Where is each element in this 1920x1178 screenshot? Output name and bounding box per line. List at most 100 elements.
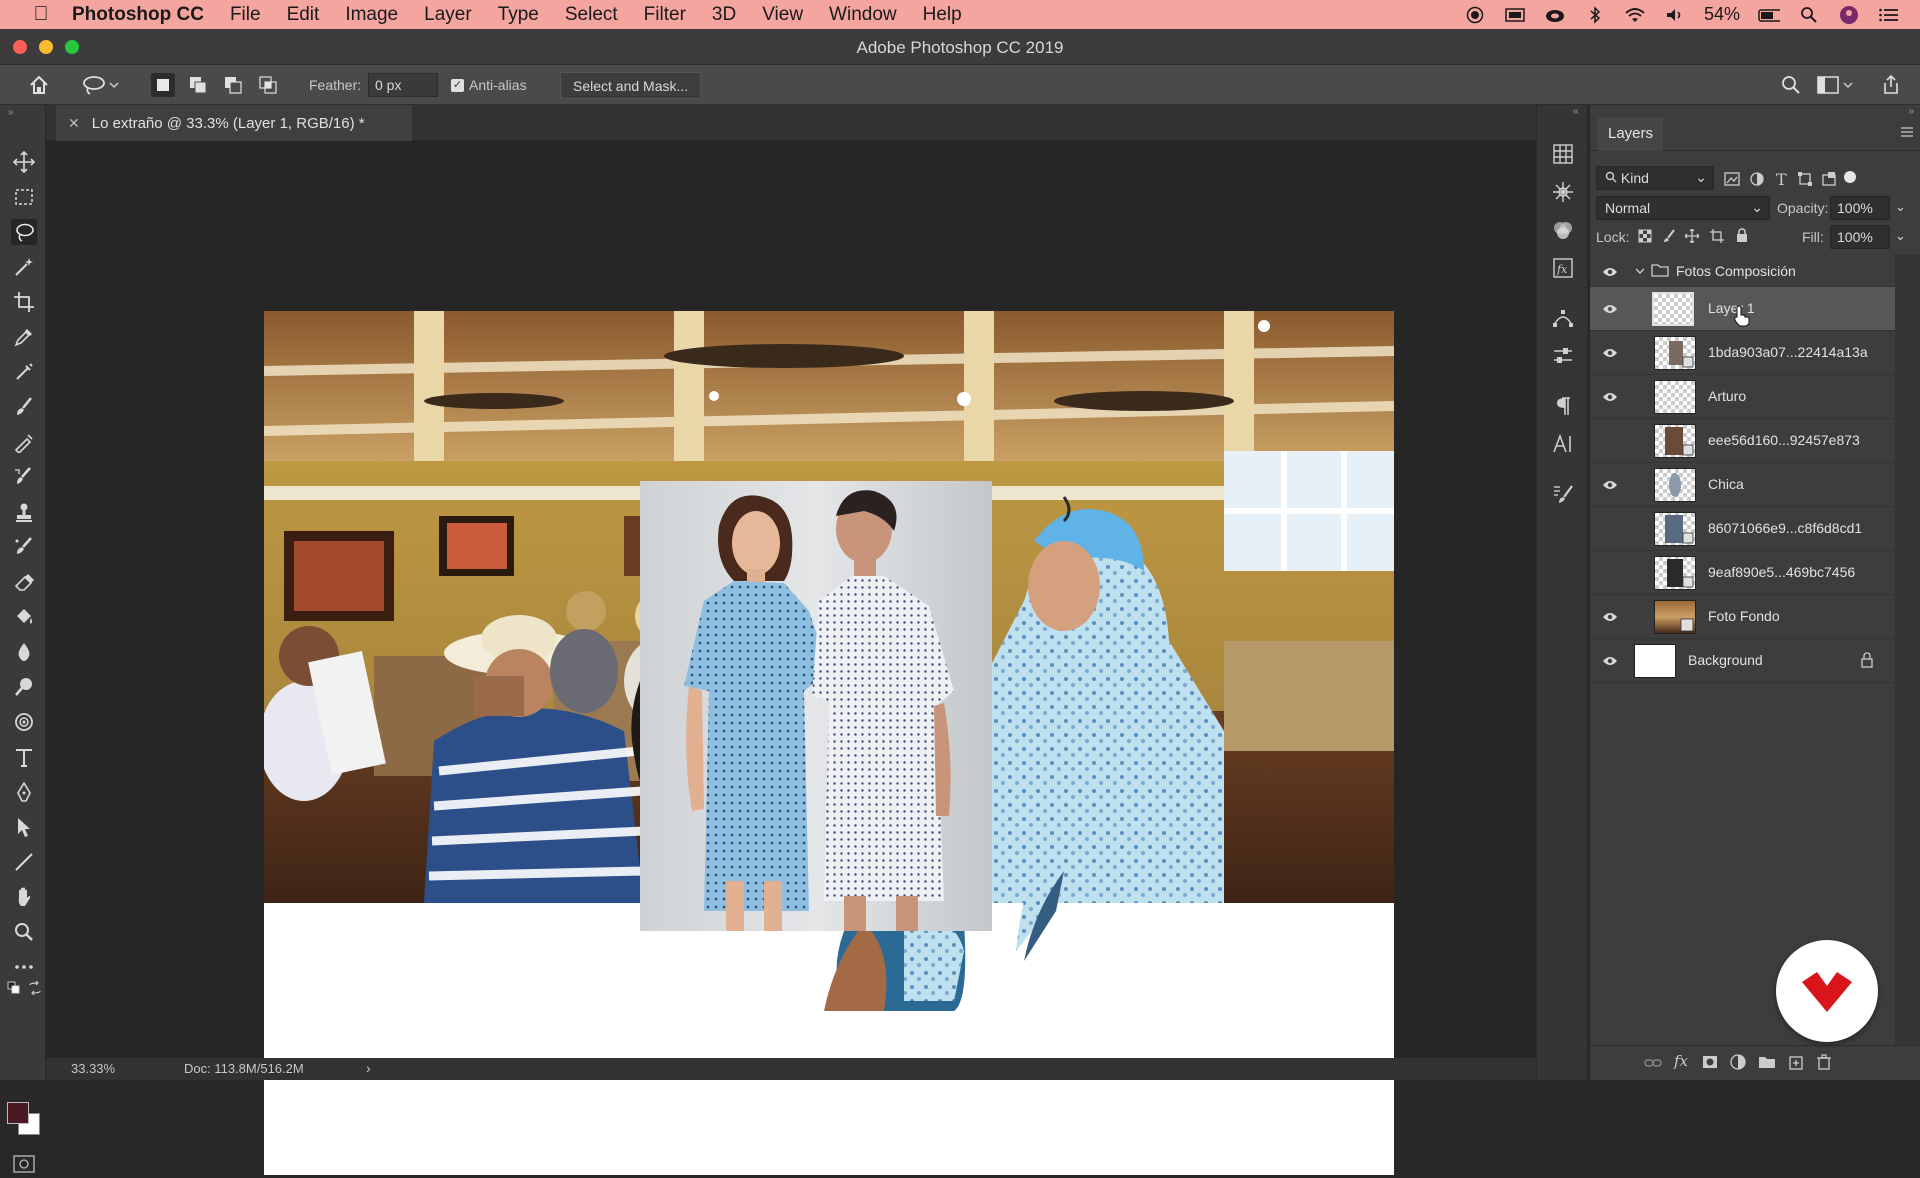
adjustments-panel-icon[interactable] xyxy=(1550,343,1576,369)
path-selection-tool-icon[interactable] xyxy=(11,814,37,840)
lock-position-icon[interactable] xyxy=(1684,228,1700,248)
paint-bucket-tool-icon[interactable] xyxy=(11,604,37,630)
filter-smart-object-icon[interactable] xyxy=(1822,172,1836,191)
foreground-color-swatch[interactable] xyxy=(7,1102,29,1124)
document-tab[interactable]: ✕ Lo extraño @ 33.3% (Layer 1, RGB/16) * xyxy=(56,105,412,141)
layer-row-86071066e9[interactable]: 86071066e9...c8f6d8cd1 xyxy=(1590,507,1895,551)
crop-tool-icon[interactable] xyxy=(11,289,37,315)
stamp-tool-icon[interactable] xyxy=(11,499,37,525)
workspace-switcher-icon[interactable] xyxy=(1816,73,1856,97)
paths-panel-icon[interactable] xyxy=(1550,305,1576,331)
collapse-panels-icon[interactable]: » xyxy=(1908,106,1914,117)
healing-brush-tool-icon[interactable] xyxy=(11,359,37,385)
menu-3d[interactable]: 3D xyxy=(712,4,736,26)
add-to-selection-button[interactable] xyxy=(186,73,210,97)
menu-view[interactable]: View xyxy=(762,4,803,26)
filter-adjustment-icon[interactable] xyxy=(1750,172,1764,191)
collapse-strip-icon[interactable]: « xyxy=(1573,106,1579,117)
select-and-mask-button[interactable]: Select and Mask... xyxy=(560,72,702,99)
visibility-eye-icon[interactable] xyxy=(1602,265,1618,277)
blur-tool-icon[interactable] xyxy=(11,639,37,665)
menu-type[interactable]: Type xyxy=(498,4,539,26)
pen-tool-icon[interactable] xyxy=(11,779,37,805)
color-panel-icon[interactable] xyxy=(1550,217,1576,243)
layer-filter-dropdown[interactable]: Kind ⌄ xyxy=(1596,166,1714,190)
volume-icon[interactable] xyxy=(1664,6,1686,24)
zoom-level[interactable]: 33.33% xyxy=(71,1061,115,1076)
menu-help[interactable]: Help xyxy=(923,4,962,26)
sponge-tool-icon[interactable] xyxy=(11,709,37,735)
marquee-tool-icon[interactable] xyxy=(11,184,37,210)
layer-row-1bda903a07[interactable]: 1bda903a07...22414a13a xyxy=(1590,331,1895,375)
layer-row-layer-1[interactable]: Layer 1 xyxy=(1590,287,1895,331)
apple-icon[interactable]:  xyxy=(26,3,56,26)
filter-toggle-icon[interactable] xyxy=(1844,171,1856,183)
magic-wand-tool-icon[interactable] xyxy=(11,254,37,280)
zoom-tool-icon[interactable] xyxy=(11,919,37,945)
visibility-toggle-empty[interactable] xyxy=(1602,434,1618,446)
display-icon[interactable] xyxy=(1504,6,1526,24)
line-tool-icon[interactable] xyxy=(11,849,37,875)
document-canvas[interactable] xyxy=(264,311,1394,1175)
layer-row-arturo[interactable]: Arturo xyxy=(1590,375,1895,419)
styles-panel-icon[interactable]: fx xyxy=(1550,255,1576,281)
fill-chevron-down-icon[interactable]: ⌄ xyxy=(1895,228,1906,244)
eyedropper-tool-icon[interactable] xyxy=(11,324,37,350)
battery-icon[interactable] xyxy=(1758,6,1780,24)
clone-stamp-tool-icon[interactable] xyxy=(11,429,37,455)
filter-type-icon[interactable]: T xyxy=(1776,170,1787,189)
quick-mask-icon[interactable] xyxy=(13,1155,35,1173)
character-panel-icon[interactable] xyxy=(1550,431,1576,457)
brush-settings-panel-icon[interactable] xyxy=(1550,481,1576,507)
lock-all-icon[interactable] xyxy=(1735,228,1749,248)
lasso-preset-picker[interactable] xyxy=(78,73,122,97)
link-layers-icon[interactable] xyxy=(1644,1056,1662,1075)
opacity-chevron-down-icon[interactable]: ⌄ xyxy=(1895,199,1906,215)
lock-pixels-icon[interactable] xyxy=(1662,229,1676,248)
type-tool-icon[interactable] xyxy=(11,744,37,770)
layer-row-background[interactable]: Background xyxy=(1590,639,1895,683)
wifi-icon[interactable] xyxy=(1624,6,1646,24)
layer-row-eee56d160[interactable]: eee56d160...92457e873 xyxy=(1590,419,1895,463)
status-menu-chevron-icon[interactable]: › xyxy=(366,1060,371,1076)
navigator-panel-icon[interactable] xyxy=(1550,179,1576,205)
home-icon[interactable] xyxy=(26,73,52,97)
menu-layer[interactable]: Layer xyxy=(424,4,472,26)
eraser-tool-icon[interactable] xyxy=(11,569,37,595)
art-history-brush-icon[interactable] xyxy=(11,534,37,560)
subtract-from-selection-button[interactable] xyxy=(221,73,245,97)
menu-filter[interactable]: Filter xyxy=(644,4,686,26)
lock-artboard-icon[interactable] xyxy=(1710,229,1724,248)
close-document-icon[interactable]: ✕ xyxy=(68,115,80,132)
layer-row-9eaf890e5[interactable]: 9eaf890e5...469bc7456 xyxy=(1590,551,1895,595)
layer-group-row[interactable]: Fotos Composición xyxy=(1590,255,1895,287)
visibility-eye-icon[interactable] xyxy=(1602,610,1618,622)
visibility-eye-icon[interactable] xyxy=(1602,478,1618,490)
paragraph-panel-icon[interactable] xyxy=(1550,393,1576,419)
new-group-icon[interactable] xyxy=(1758,1055,1776,1074)
canvas-area[interactable] xyxy=(46,141,1536,1175)
lasso-tool-icon[interactable] xyxy=(11,219,37,245)
default-colors-icon[interactable] xyxy=(7,981,21,995)
lock-transparent-icon[interactable] xyxy=(1638,229,1652,248)
new-layer-icon[interactable] xyxy=(1788,1054,1804,1075)
menu-select[interactable]: Select xyxy=(565,4,618,26)
panel-menu-icon[interactable] xyxy=(1900,125,1914,144)
swatches-panel-icon[interactable] xyxy=(1550,141,1576,167)
doc-size-info[interactable]: Doc: 113.8M/516.2M xyxy=(184,1061,304,1076)
layers-tab[interactable]: Layers xyxy=(1598,117,1664,151)
menu-app-name[interactable]: Photoshop CC xyxy=(72,4,204,26)
collapse-tools-icon[interactable]: » xyxy=(8,107,14,118)
menu-image[interactable]: Image xyxy=(345,4,398,26)
menu-edit[interactable]: Edit xyxy=(287,4,320,26)
dodge-tool-icon[interactable] xyxy=(11,674,37,700)
creative-cloud-icon[interactable] xyxy=(1544,6,1566,24)
visibility-toggle-empty[interactable] xyxy=(1602,522,1618,534)
layer-style-fx-icon[interactable]: fx xyxy=(1674,1052,1688,1070)
intersect-selection-button[interactable] xyxy=(256,73,280,97)
visibility-eye-icon[interactable] xyxy=(1602,302,1618,314)
anti-alias-checkbox[interactable]: ✓ xyxy=(451,79,464,92)
visibility-eye-icon[interactable] xyxy=(1602,654,1618,666)
record-icon[interactable] xyxy=(1464,6,1486,24)
menu-window[interactable]: Window xyxy=(829,4,897,26)
